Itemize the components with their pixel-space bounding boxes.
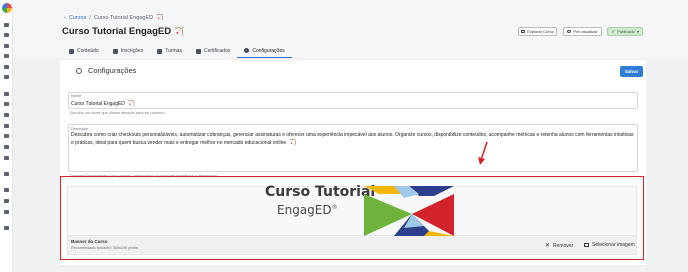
help-icon[interactable] <box>4 210 9 214</box>
classes-icon <box>157 48 163 54</box>
engaged-logo-icon <box>364 186 454 236</box>
certificate-icon <box>195 48 201 54</box>
icon-rail <box>0 0 13 272</box>
banner-logo-line1: Curso Tutorial <box>265 184 376 200</box>
bell-icon[interactable] <box>4 172 9 176</box>
gear-icon <box>76 67 82 74</box>
explore-course-label: Explorar Curso <box>527 29 554 34</box>
list-icon[interactable] <box>4 92 9 96</box>
banner-title: Banner do Curso <box>71 239 108 244</box>
tab-inscricoes[interactable]: Inscrições <box>106 44 151 58</box>
eye-icon <box>567 30 572 33</box>
mail-icon[interactable] <box>4 44 9 48</box>
dashboard-icon[interactable] <box>4 23 9 27</box>
breadcrumb-cursos-link[interactable]: Cursos <box>69 15 86 21</box>
content-icon <box>69 48 74 54</box>
registered-mark: ® <box>331 204 338 211</box>
chevron-down-icon: ▾ <box>636 29 639 34</box>
settings-icon[interactable] <box>4 226 9 230</box>
app-logo-icon[interactable] <box>2 3 12 13</box>
name-field-label: Nome <box>71 94 82 98</box>
settings-title: Configurações <box>76 66 136 75</box>
tab-label: Inscrições <box>120 48 144 54</box>
external-link-icon <box>521 30 526 33</box>
page-title-text: Curso Tutorial EngagED <box>62 26 172 37</box>
tab-turmas[interactable]: Turmas <box>150 44 189 58</box>
bow-arrow-icon: 🏹 <box>289 139 297 146</box>
calendar-icon[interactable] <box>4 156 9 160</box>
published-label: Publicado <box>617 29 635 34</box>
select-image-button[interactable]: Selecionar imagem <box>584 242 635 248</box>
users-icon[interactable] <box>4 33 9 37</box>
remove-label: Remover <box>553 242 574 249</box>
banner-recommendation: Recomendado tamanho 300x200 pixels <box>71 246 138 250</box>
check-icon: ✓ <box>611 28 616 35</box>
users-icon <box>112 48 118 54</box>
description-field-label: Descrição <box>71 127 88 131</box>
tab-configuracoes[interactable]: Configurações <box>237 44 292 58</box>
close-icon: ✕ <box>545 243 551 249</box>
name-helper-text: Escolha um nome que chame atenção para s… <box>70 111 166 115</box>
banner-logo-line2-text: EngagED <box>277 203 332 217</box>
export-icon[interactable] <box>4 188 9 192</box>
tag-icon[interactable] <box>4 113 9 117</box>
breadcrumb-current: Curso Tutorial EngagED <box>93 15 154 21</box>
banner-logo-line2: EngagED® <box>277 203 338 217</box>
explore-course-button[interactable]: Explorar Curso <box>518 27 557 36</box>
page-title: Curso Tutorial EngagED 🏹 <box>62 26 184 37</box>
description-field-value: Descubra como criar checkouts personaliz… <box>71 132 637 147</box>
annotation-arrow-icon <box>478 141 488 165</box>
cart-icon[interactable] <box>4 102 9 106</box>
breadcrumb-separator: / <box>89 15 91 21</box>
tab-conteudo[interactable]: Conteúdo <box>62 44 106 58</box>
file-icon[interactable] <box>4 124 9 128</box>
tab-certificados[interactable]: Certificados <box>189 44 237 58</box>
name-field[interactable] <box>68 92 638 109</box>
breadcrumb: ‹ Cursos / Curso Tutorial EngagED 🏹 <box>64 14 164 21</box>
save-button[interactable]: Salvar <box>620 66 643 77</box>
tab-label: Configurações <box>252 47 285 54</box>
tab-label: Turmas <box>165 48 182 54</box>
preview-label: Pré-visualizar <box>573 29 598 34</box>
gear-icon <box>244 48 250 53</box>
remove-banner-button[interactable]: ✕ Remover <box>545 242 574 250</box>
grid-icon[interactable] <box>4 75 9 79</box>
chevron-left-icon[interactable]: ‹ <box>64 15 66 21</box>
name-field-value: Curso Tutorial EngagED 🏹 <box>71 100 135 107</box>
published-status-button[interactable]: ✓ Publicado ▾ <box>607 27 643 36</box>
bow-arrow-icon: 🏹 <box>156 15 164 21</box>
preview-button[interactable]: Pré-visualizar <box>563 27 602 36</box>
chart-icon[interactable] <box>4 134 9 138</box>
course-tabs: Conteúdo Inscrições Turmas Certificados … <box>62 44 292 58</box>
link-icon[interactable] <box>4 145 9 149</box>
tab-label: Conteúdo <box>77 48 99 54</box>
bow-arrow-icon: 🏹 <box>127 101 136 107</box>
settings-title-text: Configurações <box>88 66 137 75</box>
image-icon <box>584 243 589 247</box>
bow-arrow-icon: 🏹 <box>174 27 185 36</box>
edit-icon[interactable] <box>4 65 9 69</box>
tab-label: Certificados <box>203 48 231 54</box>
clock-icon[interactable] <box>4 199 9 203</box>
document-icon[interactable] <box>4 54 9 58</box>
select-image-label: Selecionar imagem <box>592 242 635 248</box>
name-value-text: Curso Tutorial EngagED <box>71 101 125 107</box>
description-value-text: Descubra como criar checkouts personaliz… <box>71 132 634 146</box>
